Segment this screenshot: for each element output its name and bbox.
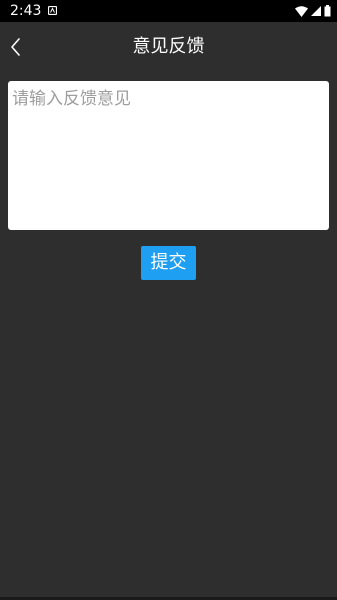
status-bar: 2:43 [0, 0, 337, 22]
page-title: 意见反馈 [132, 36, 205, 57]
status-icons [295, 4, 331, 18]
feedback-box [8, 81, 329, 230]
submit-button[interactable]: 提交 [141, 246, 196, 280]
wifi-icon [295, 5, 308, 17]
cell-signal-icon [311, 6, 321, 16]
android-notification-icon [48, 6, 57, 15]
status-time: 2:43 [10, 3, 42, 19]
app-bar: 意见反馈 [0, 22, 337, 72]
feedback-input[interactable] [8, 81, 329, 230]
battery-icon [324, 5, 331, 17]
